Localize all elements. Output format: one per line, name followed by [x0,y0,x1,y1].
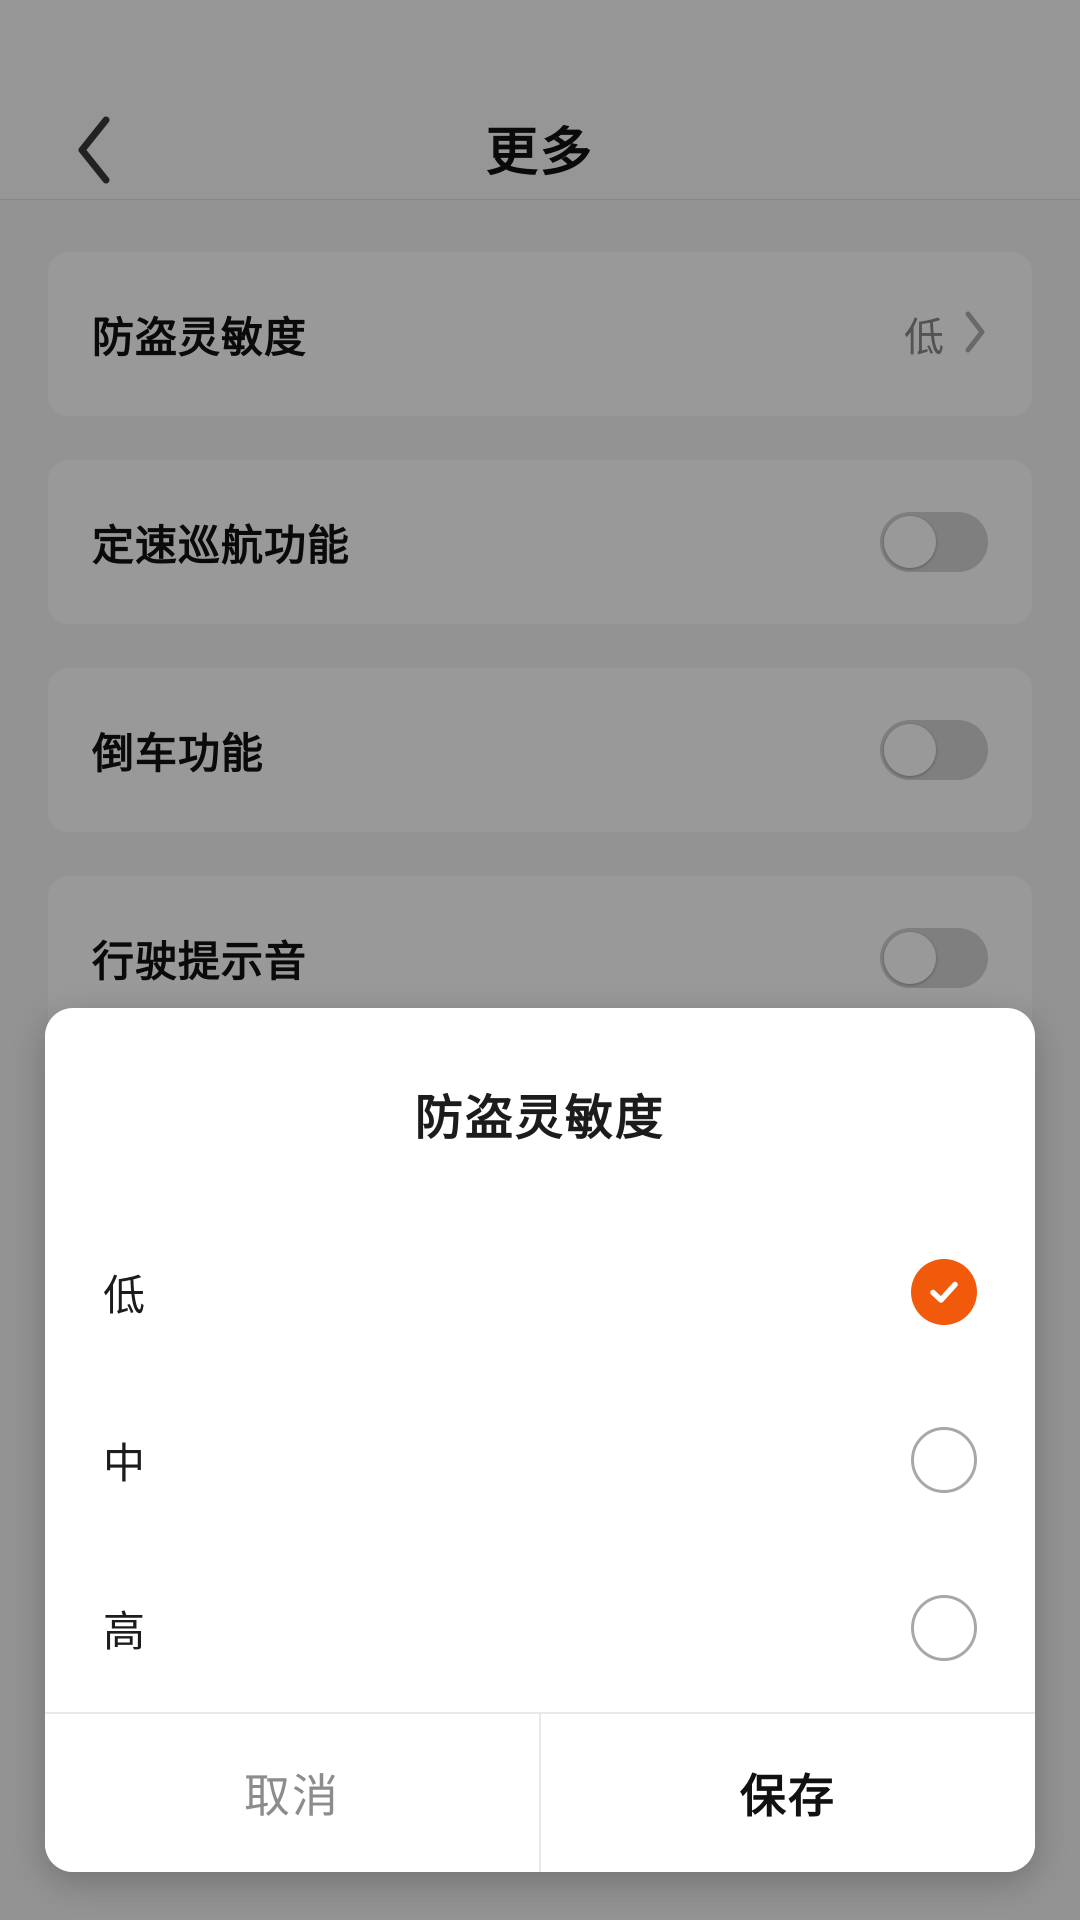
check-circle-icon[interactable] [911,1259,977,1325]
option-label: 中 [103,1439,147,1487]
dialog-title: 防盗灵敏度 [414,1092,665,1145]
save-button[interactable]: 保存 [541,1714,1035,1872]
dialog-actions: 取消 保存 [45,1712,1035,1872]
cancel-button[interactable]: 取消 [45,1714,541,1872]
option-label: 高 [103,1607,147,1655]
sensitivity-dialog: 防盗灵敏度 低 中 高 取消 保存 [45,1008,1035,1872]
option-list: 低 中 高 [45,1148,1035,1712]
radio-empty-icon[interactable] [911,1427,977,1493]
radio-empty-icon[interactable] [911,1595,977,1661]
option-label: 低 [103,1271,147,1319]
option-row-medium[interactable]: 中 [103,1376,977,1544]
option-row-low[interactable]: 低 [103,1208,977,1376]
option-row-high[interactable]: 高 [103,1544,977,1712]
